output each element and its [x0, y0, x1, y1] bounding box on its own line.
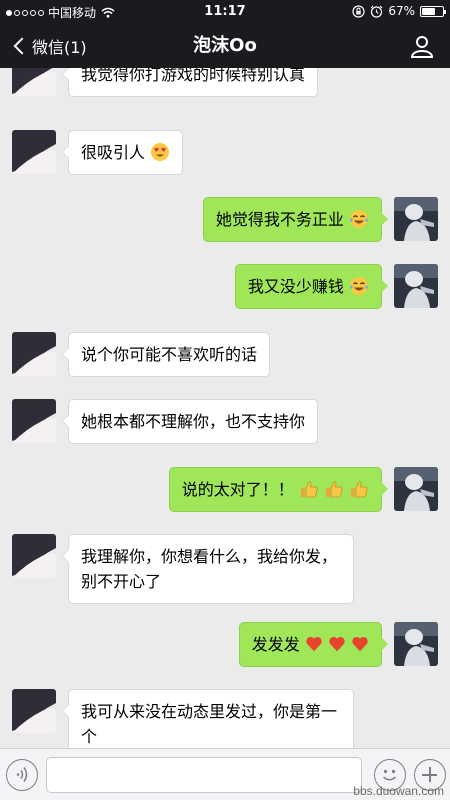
battery-fill	[422, 7, 436, 15]
message-input[interactable]	[46, 757, 362, 793]
outgoing-message-bubble[interactable]: 发发发	[238, 622, 389, 667]
contact-avatar[interactable]	[12, 399, 56, 443]
tears-of-joy-emoji	[350, 210, 368, 228]
incoming-message-bubble[interactable]: 很吸引人	[61, 130, 184, 175]
status-bar: 中国移动 11:17 67%	[0, 0, 450, 24]
my-avatar[interactable]	[394, 264, 438, 308]
watermark: bbs.duowan.com	[353, 784, 444, 798]
nav-bar: 微信(1) 泡沫Oo	[0, 24, 450, 68]
battery-icon	[420, 5, 446, 17]
heart-eyes-emoji	[151, 143, 170, 161]
contact-avatar[interactable]	[12, 534, 56, 578]
heart-emoji	[329, 636, 345, 652]
incoming-message-bubble[interactable]: 我理解你，你想看什么，我给你发，别不开心了	[62, 534, 354, 604]
outgoing-message-bubble[interactable]: 说的太对了！！	[168, 467, 389, 512]
incoming-message-bubble[interactable]: 我觉得你打游戏的时候特别认真	[61, 68, 319, 97]
heart-emoji	[306, 636, 322, 652]
message-text: 说的太对了！！	[181, 480, 294, 499]
status-right: 67%	[352, 4, 446, 18]
message-text: 我又没少赚钱	[247, 277, 344, 296]
battery-percent: 67%	[388, 4, 415, 18]
message-text: 我可从来没在动态里发过，你是第一个	[81, 702, 338, 746]
thumbs-up-emoji	[300, 481, 318, 498]
input-bar: bbs.duowan.com	[0, 748, 450, 800]
chat-title: 泡沫Oo	[193, 35, 257, 56]
tears-of-joy-emoji	[350, 277, 368, 295]
chat-area[interactable]: 我觉得你打游戏的时候特别认真 很吸引人 她觉得我不务正业 我又没少赚钱 说个你可…	[0, 68, 450, 748]
orientation-lock-icon	[352, 4, 365, 18]
thumbs-up-emoji	[325, 481, 343, 498]
incoming-message-bubble[interactable]: 说个你可能不喜欢听的话	[61, 332, 271, 377]
voice-icon[interactable]	[6, 759, 38, 791]
contact-avatar[interactable]	[12, 130, 56, 174]
heart-emoji	[352, 636, 368, 652]
contact-avatar[interactable]	[12, 689, 56, 733]
message-text: 说个你可能不喜欢听的话	[81, 345, 258, 364]
message-text: 她根本都不理解你，也不支持你	[81, 412, 306, 431]
thumbs-up-emoji	[351, 481, 368, 498]
my-avatar[interactable]	[394, 622, 438, 666]
outgoing-message-bubble[interactable]: 我又没少赚钱	[234, 264, 389, 309]
contact-avatar[interactable]	[12, 68, 56, 96]
message-text: 我理解你，你想看什么，我给你发，别不开心了	[81, 547, 338, 591]
my-avatar[interactable]	[394, 197, 438, 241]
outgoing-message-bubble[interactable]: 她觉得我不务正业	[202, 197, 389, 242]
voice-wave-icon	[16, 767, 28, 782]
my-avatar[interactable]	[394, 467, 438, 511]
message-text: 很吸引人	[81, 143, 146, 162]
contact-avatar[interactable]	[12, 332, 56, 376]
incoming-message-bubble[interactable]: 她根本都不理解你，也不支持你	[61, 399, 319, 444]
alarm-icon	[370, 5, 383, 18]
person-icon[interactable]	[410, 34, 434, 58]
incoming-message-bubble[interactable]: 我可从来没在动态里发过，你是第一个	[62, 689, 354, 748]
message-text: 我觉得你打游戏的时候特别认真	[81, 68, 306, 84]
message-text: 她觉得我不务正业	[215, 210, 344, 229]
message-text: 发发发	[251, 635, 300, 654]
